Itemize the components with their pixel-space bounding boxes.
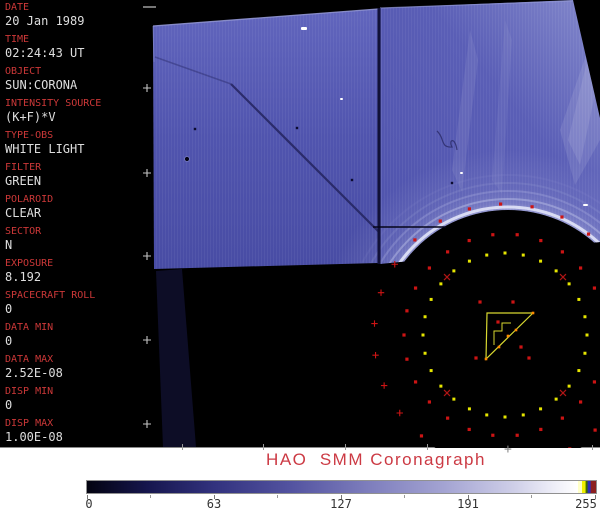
field-disp-max: DISP MAX 1.00E-08: [5, 419, 150, 444]
field-value: (K+F)*V: [5, 110, 56, 124]
field-polaroid: POLAROID CLEAR: [5, 195, 150, 220]
field-intensity-source: INTENSITY SOURCE (K+F)*V: [5, 99, 150, 124]
field-data-max: DATA MAX 2.52E-08: [5, 355, 150, 380]
colorbar-label: 0: [85, 497, 93, 511]
field-time: TIME 02:24:43 UT: [5, 35, 150, 60]
field-value: CLEAR: [5, 206, 42, 220]
field-value: 1.00E-08: [5, 430, 63, 444]
field-value: SUN:CORONA: [5, 78, 78, 92]
frame-divider-edge: [381, 8, 382, 264]
field-label: DATA MAX: [5, 354, 54, 365]
metadata-sidebar: DATE 20 Jan 1989 TIME 02:24:43 UT OBJECT…: [0, 0, 150, 447]
field-value: N: [5, 238, 13, 252]
field-label: SPACECRAFT ROLL: [5, 290, 96, 301]
field-value: 0: [5, 302, 13, 316]
colorbar-label: 255: [575, 497, 597, 511]
field-data-min: DATA MIN 0: [5, 323, 150, 348]
field-value: 02:24:43 UT: [5, 46, 85, 60]
frame-divider-line: [377, 8, 381, 264]
scanline-texture: [153, 9, 378, 269]
field-label: DATE: [5, 2, 30, 13]
field-label: DATA MIN: [5, 322, 54, 333]
colorbar-minor-tick: [150, 495, 151, 498]
colorbar-label: 63: [206, 497, 222, 511]
field-value: 2.52E-08: [5, 366, 63, 380]
coronagraph-image-canvas[interactable]: [140, 0, 600, 448]
page-title: HAO SMM Coronagraph: [266, 450, 486, 469]
field-type-obs: TYPE-OBS WHITE LIGHT: [5, 131, 150, 156]
field-value: 0: [5, 398, 13, 412]
field-label: TYPE-OBS: [5, 130, 54, 141]
field-object: OBJECT SUN:CORONA: [5, 67, 150, 92]
field-value: 8.192: [5, 270, 42, 284]
display-panel: DATE 20 Jan 1989 TIME 02:24:43 UT OBJECT…: [0, 0, 600, 448]
colorbar-minor-tick: [277, 495, 278, 498]
field-date: DATE 20 Jan 1989: [5, 3, 150, 28]
field-spacecraft-roll: SPACECRAFT ROLL 0: [5, 291, 150, 316]
field-value: WHITE LIGHT: [5, 142, 85, 156]
field-disp-min: DISP MIN 0: [5, 387, 150, 412]
field-value: 20 Jan 1989: [5, 14, 85, 28]
field-label: INTENSITY SOURCE: [5, 98, 102, 109]
intensity-colorbar: [86, 480, 597, 494]
field-label: POLAROID: [5, 194, 54, 205]
field-label: OBJECT: [5, 66, 42, 77]
field-filter: FILTER GREEN: [5, 163, 150, 188]
colorbar-minor-tick: [404, 495, 405, 498]
field-label: TIME: [5, 34, 30, 45]
field-exposure: EXPOSURE 8.192: [5, 259, 150, 284]
field-sector: SECTOR N: [5, 227, 150, 252]
field-value: 0: [5, 334, 13, 348]
colorbar-label: 191: [457, 497, 479, 511]
field-label: EXPOSURE: [5, 258, 54, 269]
field-label: DISP MIN: [5, 386, 54, 397]
colorbar-minor-tick: [531, 495, 532, 498]
field-value: GREEN: [5, 174, 42, 188]
field-label: DISP MAX: [5, 418, 54, 429]
field-label: FILTER: [5, 162, 42, 173]
coronagraph-viewer-window: DATE 20 Jan 1989 TIME 02:24:43 UT OBJECT…: [0, 0, 600, 512]
dark-band: [156, 269, 196, 447]
field-label: SECTOR: [5, 226, 42, 237]
colorbar-label: 127: [330, 497, 352, 511]
